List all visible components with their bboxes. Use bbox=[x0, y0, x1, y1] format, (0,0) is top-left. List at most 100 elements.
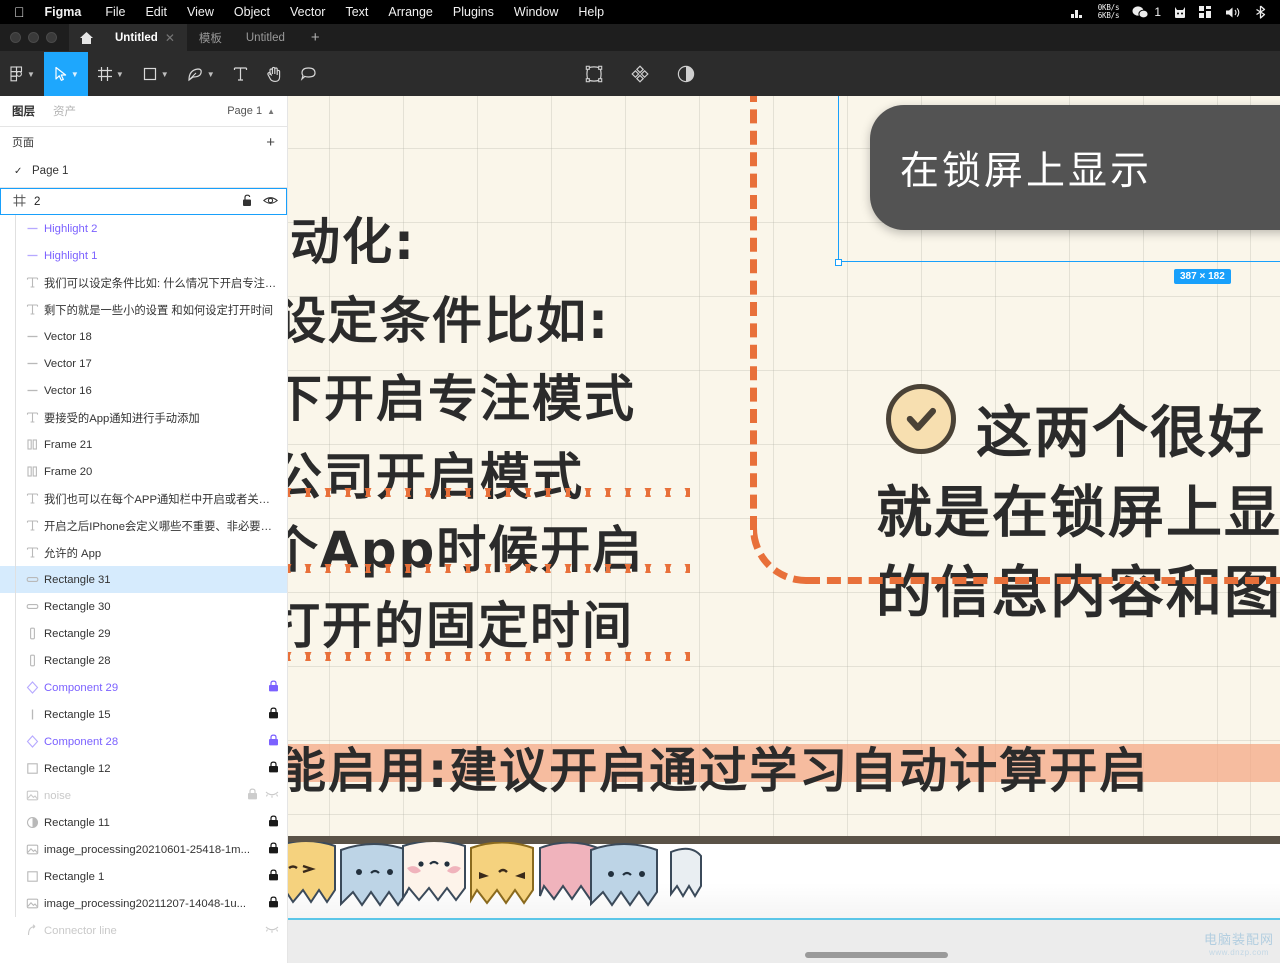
home-icon[interactable] bbox=[69, 24, 103, 51]
unlock-icon[interactable] bbox=[242, 194, 254, 210]
lock-icon[interactable] bbox=[268, 815, 279, 830]
tab-assets[interactable]: 资产 bbox=[53, 103, 76, 119]
text-tool-icon[interactable] bbox=[224, 52, 257, 96]
layer-row[interactable]: Vector 16 bbox=[0, 377, 287, 404]
tab-untitled-2[interactable]: Untitled bbox=[234, 24, 297, 51]
lock-icon[interactable] bbox=[268, 869, 279, 884]
canvas-text-line-2[interactable]: 设定条件比如: bbox=[288, 281, 610, 353]
menu-help[interactable]: Help bbox=[568, 5, 614, 19]
layer-row[interactable]: Component 28 bbox=[0, 728, 287, 755]
layer-row[interactable]: Frame 21 bbox=[0, 431, 287, 458]
lock-icon[interactable] bbox=[268, 734, 279, 749]
close-window-button[interactable] bbox=[10, 32, 21, 43]
move-tool-icon[interactable]: ▼ bbox=[44, 52, 88, 96]
page-selector[interactable]: Page 1 ▲ bbox=[227, 105, 275, 117]
layer-row[interactable]: 开启之后IPhone会定义哪些不重要、非必要的App... bbox=[0, 512, 287, 539]
menubar-app-name[interactable]: Figma bbox=[35, 5, 96, 19]
lock-icon[interactable] bbox=[268, 680, 279, 695]
menu-object[interactable]: Object bbox=[224, 5, 280, 19]
canvas-text-line-3[interactable]: 下开启专注模式 bbox=[288, 359, 636, 431]
layer-list[interactable]: Highlight 2Highlight 1我们可以设定条件比如: 什么情况下开… bbox=[0, 215, 287, 944]
contrast-icon[interactable] bbox=[671, 52, 701, 96]
eye-hidden-icon[interactable] bbox=[265, 789, 279, 802]
layer-row[interactable]: Rectangle 15 bbox=[0, 701, 287, 728]
eye-hidden-icon[interactable] bbox=[265, 924, 279, 937]
figma-menu-icon[interactable]: ▼ bbox=[0, 52, 44, 96]
eye-icon[interactable] bbox=[263, 195, 278, 209]
menu-plugins[interactable]: Plugins bbox=[443, 5, 504, 19]
shape-tool-icon[interactable]: ▼ bbox=[133, 52, 178, 96]
page-item-page1[interactable]: ✓ Page 1 bbox=[0, 157, 287, 185]
lock-icon[interactable] bbox=[268, 761, 279, 776]
layer-row[interactable]: 要接受的App通知进行手动添加 bbox=[0, 404, 287, 431]
canvas-text-line-4[interactable]: 公司开启模式 bbox=[288, 437, 584, 509]
layer-row[interactable]: Rectangle 12 bbox=[0, 755, 287, 782]
layer-row[interactable]: Vector 17 bbox=[0, 350, 287, 377]
cat-icon[interactable] bbox=[1174, 6, 1186, 19]
chevron-down-icon[interactable]: ▼ bbox=[207, 70, 215, 79]
canvas-text-highlighted[interactable]: 能启用:建议开启通过学习自动计算开启 bbox=[288, 731, 1149, 801]
selection-handle-bottom-left[interactable] bbox=[835, 259, 842, 266]
horizontal-scrollbar[interactable] bbox=[805, 952, 948, 958]
layer-row[interactable]: Frame 20 bbox=[0, 458, 287, 485]
wechat-status[interactable]: 1 bbox=[1132, 5, 1161, 19]
layer-row[interactable]: Highlight 1 bbox=[0, 242, 287, 269]
layer-row[interactable]: Rectangle 30 bbox=[0, 593, 287, 620]
frame-tool-icon[interactable]: ▼ bbox=[88, 52, 133, 96]
menu-edit[interactable]: Edit bbox=[135, 5, 177, 19]
layer-row[interactable]: 允许的 App bbox=[0, 539, 287, 566]
layer-row[interactable]: Component 29 bbox=[0, 674, 287, 701]
minimize-window-button[interactable] bbox=[28, 32, 39, 43]
menu-view[interactable]: View bbox=[177, 5, 224, 19]
canvas-text-right-3[interactable]: 的信息内容和图 bbox=[876, 548, 1280, 629]
layer-row[interactable]: Vector 18 bbox=[0, 323, 287, 350]
pen-tool-icon[interactable]: ▼ bbox=[178, 52, 224, 96]
mask-icon[interactable] bbox=[579, 52, 609, 96]
canvas-text-line-6[interactable]: 打开的固定时间 bbox=[288, 586, 634, 658]
bluetooth-icon[interactable] bbox=[1255, 5, 1266, 19]
volume-icon[interactable] bbox=[1225, 6, 1242, 19]
layer-row[interactable]: Rectangle 29 bbox=[0, 620, 287, 647]
layer-row[interactable]: 我们也可以在每个APP通知栏中开启或者关闭这个... bbox=[0, 485, 287, 512]
tab-layers[interactable]: 图层 bbox=[12, 103, 35, 119]
menu-vector[interactable]: Vector bbox=[280, 5, 335, 19]
network-speed-indicator[interactable]: 0KB/s 6KB/s bbox=[1098, 4, 1120, 21]
canvas-viewport[interactable]: 动化: 设定条件比如: 下开启专注模式 公司开启模式 个App时候开启 打开的固… bbox=[288, 96, 1280, 963]
layer-row[interactable]: Rectangle 28 bbox=[0, 647, 287, 674]
activity-monitor-icon[interactable] bbox=[1070, 6, 1085, 19]
layer-row[interactable]: 我们可以设定条件比如: 什么情况下开启专注模式 类... bbox=[0, 269, 287, 296]
control-center-icon[interactable] bbox=[1199, 6, 1212, 19]
menu-text[interactable]: Text bbox=[335, 5, 378, 19]
lock-icon[interactable] bbox=[268, 896, 279, 911]
tab-untitled-1[interactable]: Untitled ✕ bbox=[103, 24, 187, 51]
menu-arrange[interactable]: Arrange bbox=[378, 5, 442, 19]
canvas-text-right-1[interactable]: 这两个很好 bbox=[976, 388, 1266, 469]
lock-icon[interactable] bbox=[268, 842, 279, 857]
add-page-button[interactable]: + bbox=[266, 135, 275, 150]
layer-row[interactable]: image_processing20211207-14048-1u... bbox=[0, 890, 287, 917]
maximize-window-button[interactable] bbox=[46, 32, 57, 43]
hand-tool-icon[interactable] bbox=[257, 52, 291, 96]
canvas-text-line-1[interactable]: 动化: bbox=[290, 202, 416, 274]
chevron-down-icon[interactable]: ▼ bbox=[116, 70, 124, 79]
chevron-down-icon[interactable]: ▼ bbox=[71, 70, 79, 79]
layer-row-frame-2[interactable]: 2 bbox=[0, 188, 287, 215]
layer-row[interactable]: noise bbox=[0, 782, 287, 809]
lock-icon[interactable] bbox=[268, 707, 279, 722]
menu-file[interactable]: File bbox=[95, 5, 135, 19]
layer-row[interactable]: Connector line bbox=[0, 917, 287, 944]
tab-template[interactable]: 模板 bbox=[187, 24, 234, 51]
layer-row[interactable]: Rectangle 31 bbox=[0, 566, 287, 593]
components-icon[interactable] bbox=[625, 52, 655, 96]
layer-row[interactable]: 剩下的就是一些小的设置 和如何设定打开时间 bbox=[0, 296, 287, 323]
new-tab-button[interactable]: + bbox=[297, 24, 334, 51]
layer-row[interactable]: image_processing20210601-25418-1m... bbox=[0, 836, 287, 863]
layer-row[interactable]: Rectangle 1 bbox=[0, 863, 287, 890]
apple-icon[interactable]:  bbox=[8, 5, 35, 19]
menu-window[interactable]: Window bbox=[504, 5, 568, 19]
layer-row[interactable]: Rectangle 11 bbox=[0, 809, 287, 836]
layer-row[interactable]: Highlight 2 bbox=[0, 215, 287, 242]
lock-icon[interactable] bbox=[247, 788, 258, 803]
chevron-down-icon[interactable]: ▼ bbox=[161, 70, 169, 79]
chevron-down-icon[interactable]: ▼ bbox=[27, 70, 35, 79]
